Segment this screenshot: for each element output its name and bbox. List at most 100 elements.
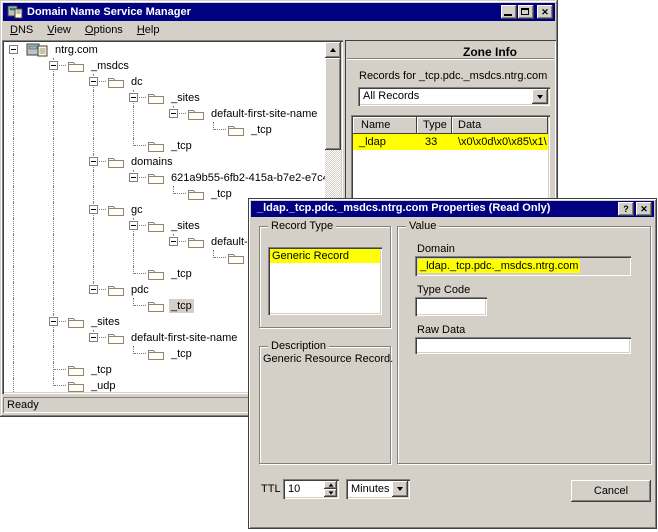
tree-collapse-box[interactable] xyxy=(89,205,98,214)
tree-item-label[interactable]: _tcp xyxy=(169,139,194,153)
record-cell: \x0\x0d\x0\x85\x1\ xyxy=(452,134,548,150)
record-type-label: Record Type xyxy=(268,220,336,233)
tree-item[interactable]: domains xyxy=(4,154,325,170)
tree-collapse-box[interactable] xyxy=(129,221,138,230)
column-header-data[interactable]: Data xyxy=(452,117,548,134)
tree-item-label[interactable]: default-first-site-name xyxy=(129,331,239,345)
chevron-down-icon xyxy=(537,95,543,99)
folder-icon xyxy=(68,60,84,75)
minimize-button[interactable] xyxy=(501,5,517,19)
tree-item-label[interactable]: _tcp xyxy=(89,363,114,377)
type-code-label: Type Code xyxy=(417,284,470,296)
tree-collapse-box[interactable] xyxy=(49,317,58,326)
properties-dialog: _ldap._tcp.pdc._msdcs.ntrg.com Propertie… xyxy=(248,198,657,529)
tree-item[interactable]: default-first-site-name xyxy=(4,106,325,122)
close-icon: ✕ xyxy=(640,202,648,217)
help-icon: ? xyxy=(623,202,629,217)
tree-item-label[interactable]: ntrg.com xyxy=(53,43,100,57)
maximize-icon xyxy=(521,8,529,15)
folder-icon xyxy=(68,364,84,379)
scroll-up-icon xyxy=(330,48,336,52)
record-type-item[interactable]: Generic Record xyxy=(270,249,380,263)
tree-collapse-box[interactable] xyxy=(49,61,58,70)
tree-item[interactable]: ntrg.com xyxy=(4,42,325,58)
tree-item-label[interactable]: default-first-site-name xyxy=(209,107,319,121)
tree-collapse-box[interactable] xyxy=(129,93,138,102)
ttl-label: TTL xyxy=(261,483,281,495)
tree-item-label[interactable]: pdc xyxy=(129,283,151,297)
tree-collapse-box[interactable] xyxy=(89,333,98,342)
dialog-title: _ldap._tcp.pdc._msdcs.ntrg.com Propertie… xyxy=(257,201,550,216)
column-header-type[interactable]: Type xyxy=(417,117,452,134)
tree-item[interactable]: 621a9b55-6fb2-415a-b7e2-e7c4c4aaefb8 xyxy=(4,170,325,186)
record-type-listbox[interactable]: Generic Record xyxy=(268,247,382,315)
folder-icon xyxy=(148,268,164,283)
record-row[interactable]: _ldap33\x0\x0d\x0\x85\x1\ xyxy=(353,134,548,150)
description-text: Generic Resource Record. xyxy=(263,353,389,365)
tree-collapse-box[interactable] xyxy=(169,237,178,246)
record-filter-value: All Records xyxy=(361,89,421,103)
tree-collapse-box[interactable] xyxy=(129,173,138,182)
scrollbar-thumb[interactable] xyxy=(325,58,341,150)
tree-item-label[interactable]: _udp xyxy=(89,379,117,392)
tree-item-label[interactable]: _sites xyxy=(169,219,202,233)
menu-item-dns[interactable]: DNS xyxy=(3,22,40,38)
tree-collapse-box[interactable] xyxy=(9,45,18,54)
tree-item-label[interactable]: _tcp xyxy=(169,347,194,361)
ttl-spin-up-button[interactable] xyxy=(324,481,337,489)
tree-item-label[interactable]: _tcp xyxy=(169,299,194,313)
scroll-up-button[interactable] xyxy=(325,42,341,58)
tree-item[interactable]: _tcp xyxy=(4,138,325,154)
close-button[interactable]: ✕ xyxy=(537,5,553,19)
tree-collapse-box[interactable] xyxy=(89,77,98,86)
ttl-spinner[interactable]: 10 xyxy=(283,479,339,499)
folder-icon xyxy=(148,172,164,187)
tree-collapse-box[interactable] xyxy=(89,157,98,166)
maximize-button[interactable] xyxy=(518,5,534,19)
menu-item-options[interactable]: Options xyxy=(78,22,130,38)
tree-collapse-box[interactable] xyxy=(89,285,98,294)
folder-icon xyxy=(108,156,124,171)
tree-collapse-box[interactable] xyxy=(169,109,178,118)
minimize-icon xyxy=(504,14,512,16)
tree-item-label[interactable]: gc xyxy=(129,203,145,217)
ttl-unit-dropdown-button[interactable] xyxy=(392,481,408,497)
record-filter-dropdown-button[interactable] xyxy=(532,89,548,104)
dialog-title-bar[interactable]: _ldap._tcp.pdc._msdcs.ntrg.com Propertie… xyxy=(251,201,654,217)
menu-item-view[interactable]: View xyxy=(40,22,78,38)
dialog-help-button[interactable]: ? xyxy=(618,202,634,216)
tree-item-label[interactable]: _tcp xyxy=(249,123,274,137)
dialog-close-button[interactable]: ✕ xyxy=(636,202,652,216)
folder-icon xyxy=(188,188,204,203)
tree-item[interactable]: _tcp xyxy=(4,122,325,138)
tree-item-label[interactable]: domains xyxy=(129,155,175,169)
tree-item-label[interactable]: 621a9b55-6fb2-415a-b7e2-e7c4c4aaefb8 xyxy=(169,171,325,185)
domain-value: _ldap._tcp.pdc._msdcs.ntrg.com xyxy=(418,259,580,273)
folder-icon xyxy=(108,332,124,347)
main-title-bar[interactable]: Domain Name Service Manager ✕ xyxy=(3,3,555,21)
spin-up-icon xyxy=(328,483,333,486)
column-header-name[interactable]: Name xyxy=(353,117,417,134)
tree-item-label[interactable]: dc xyxy=(129,75,145,89)
cancel-button[interactable]: Cancel xyxy=(571,480,651,502)
tree-item[interactable]: _sites xyxy=(4,90,325,106)
ttl-unit-combobox[interactable]: Minutes xyxy=(346,479,410,499)
folder-icon xyxy=(228,124,244,139)
tree-item-label[interactable]: _msdcs xyxy=(89,59,131,73)
raw-data-field[interactable] xyxy=(415,337,631,354)
tree-item[interactable]: _msdcs xyxy=(4,58,325,74)
folder-icon xyxy=(188,108,204,123)
record-filter-combobox[interactable]: All Records xyxy=(358,87,550,106)
tree-item-label[interactable]: _sites xyxy=(89,315,122,329)
menu-bar: DNSViewOptionsHelp xyxy=(3,21,555,39)
status-text: Ready xyxy=(7,399,39,411)
raw-data-label: Raw Data xyxy=(417,324,465,336)
tree-item[interactable]: dc xyxy=(4,74,325,90)
menu-item-help[interactable]: Help xyxy=(130,22,167,38)
tree-item-label[interactable]: _sites xyxy=(169,91,202,105)
type-code-field[interactable] xyxy=(415,297,487,316)
ttl-spin-down-button[interactable] xyxy=(324,489,337,497)
tree-item-label[interactable]: _tcp xyxy=(209,187,234,201)
domain-field[interactable]: _ldap._tcp.pdc._msdcs.ntrg.com xyxy=(415,256,631,276)
tree-item-label[interactable]: _tcp xyxy=(169,267,194,281)
